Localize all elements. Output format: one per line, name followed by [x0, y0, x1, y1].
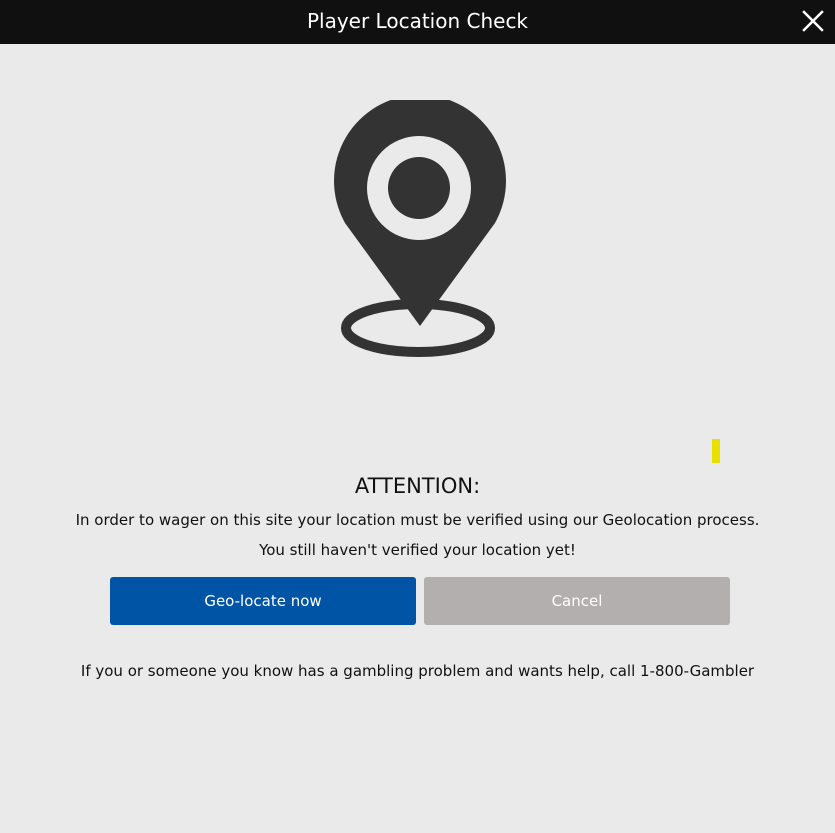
dialog-title: Player Location Check — [306, 9, 529, 33]
geolocate-button[interactable]: Geo-locate now — [110, 577, 416, 625]
cancel-button[interactable]: Cancel — [424, 577, 730, 625]
close-icon[interactable] — [801, 9, 825, 33]
gambling-help-note: If you or someone you know has a gamblin… — [80, 662, 755, 680]
dialog-titlebar: Player Location Check — [0, 0, 835, 44]
verification-message: In order to wager on this site your loca… — [75, 511, 760, 529]
dialog-body: ATTENTION: In order to wager on this sit… — [0, 44, 835, 833]
attention-heading: ATTENTION: — [354, 474, 481, 498]
unverified-warning: You still haven't verified your location… — [259, 541, 576, 559]
highlight-marker — [712, 439, 720, 463]
location-pin-icon — [330, 94, 510, 364]
